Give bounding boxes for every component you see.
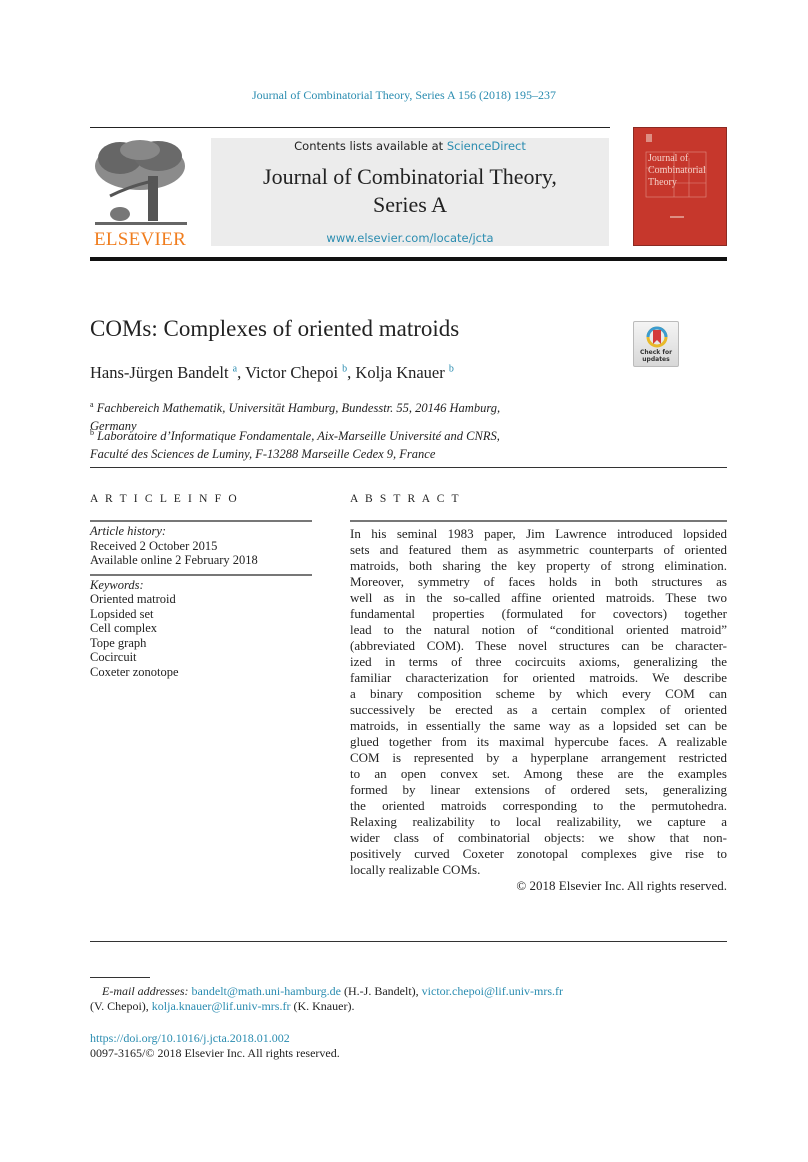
abstract-line: glued together from its maximal hypercub… xyxy=(350,734,727,749)
crossmark-icon xyxy=(646,326,668,348)
keyword: Oriented matroid xyxy=(90,592,176,606)
abstract-text: In his seminal 1983 paper, Jim Lawrence … xyxy=(350,526,727,878)
footnote-rule xyxy=(90,977,150,978)
abstract-line: successively be erected as a certain com… xyxy=(350,702,727,717)
section-rule xyxy=(90,941,727,942)
email-link[interactable]: bandelt@math.uni-hamburg.de xyxy=(192,984,341,998)
check-for-updates-button[interactable]: Check for updates xyxy=(633,321,679,367)
abstract-line: ized in terms of three cocircuits axioms… xyxy=(350,654,727,669)
affiliation-mark[interactable]: b xyxy=(342,364,347,375)
abstract-line: positively curved Coxeter zonotopal comp… xyxy=(350,846,727,861)
contents-line: Contents lists available at ScienceDirec… xyxy=(211,139,609,153)
abstract-line: (abbreviated COM). These novel structure… xyxy=(350,638,727,653)
keyword: Tope graph xyxy=(90,635,147,650)
abstract-panel: In his seminal 1983 paper, Jim Lawrence … xyxy=(350,520,727,894)
abstract-line: lead to the natural notion of “condition… xyxy=(350,622,727,637)
info-rule xyxy=(90,520,312,522)
affiliation-text: Faculté des Sciences de Luminy, F-13288 … xyxy=(90,447,436,462)
abstract-line: a binary composition scheme by which eve… xyxy=(350,686,727,701)
keyword: Lopsided set xyxy=(90,606,154,621)
article-title: COMs: Complexes of oriented matroids xyxy=(90,316,460,341)
abstract-line: fundamental properties (formulated for c… xyxy=(350,606,727,621)
crossmark-label-line: updates xyxy=(642,355,670,363)
abstract-line: matroids, both sharing the key property … xyxy=(350,558,727,573)
email-footnote: E-mail addresses: bandelt@math.uni-hambu… xyxy=(90,984,727,1014)
abstract-line: familiar characterization for oriented m… xyxy=(350,670,727,685)
cover-title-line: Journal of xyxy=(648,153,689,164)
cover-title-line: Theory xyxy=(648,177,677,188)
abstract-line: sets and featured them as asymmetric cou… xyxy=(350,542,727,557)
affiliation-mark[interactable]: a xyxy=(233,364,237,375)
author-name[interactable]: Kolja Knauer xyxy=(355,363,444,382)
journal-cover-thumbnail[interactable]: Journal of Combinatorial Theory xyxy=(633,127,727,246)
author-name[interactable]: Victor Chepoi xyxy=(245,363,338,382)
abstract-line: the oriented matroids corresponding to t… xyxy=(350,798,727,813)
abstract-line: COM is represented by a hyperplane arran… xyxy=(350,750,727,765)
abstract-line: to an open convex set. Among these are t… xyxy=(350,766,727,781)
doi-link[interactable]: https://doi.org/10.1016/j.jcta.2018.01.0… xyxy=(90,1031,340,1046)
author-list: Hans-Jürgen Bandelt a, Victor Chepoi b, … xyxy=(90,363,454,382)
email-owner: (H.-J. Bandelt), xyxy=(344,984,419,998)
contents-prefix: Contents lists available at xyxy=(294,139,447,153)
cover-title: Journal of Combinatorial Theory xyxy=(648,153,706,189)
journal-reference[interactable]: Journal of Combinatorial Theory, Series … xyxy=(0,88,808,103)
header-top-rule xyxy=(90,127,610,128)
email-owner: (V. Chepoi), xyxy=(90,999,149,1013)
author-name[interactable]: Hans-Jürgen Bandelt xyxy=(90,363,229,382)
article-info-panel: Article history: Received 2 October 2015… xyxy=(90,520,312,679)
crossmark-label: Check for updates xyxy=(634,349,678,363)
header-bottom-rule xyxy=(90,257,727,261)
issn-copyright: 0097-3165/© 2018 Elsevier Inc. All right… xyxy=(90,1046,340,1060)
affiliation-text: Laboratoire d’Informatique Fondamentale,… xyxy=(97,429,500,444)
affiliation-mark: b xyxy=(90,428,94,437)
doi-block: https://doi.org/10.1016/j.jcta.2018.01.0… xyxy=(90,1031,340,1061)
abstract-line: locally realizable COMs. xyxy=(350,862,481,877)
info-rule xyxy=(90,573,312,576)
keyword: Coxeter zonotope xyxy=(90,664,179,679)
affiliation-mark[interactable]: b xyxy=(449,364,454,375)
keywords-label: Keywords: xyxy=(90,577,144,592)
abstract-line: Relaxing realizability to local realizab… xyxy=(350,814,727,829)
affiliation-mark: a xyxy=(90,400,94,409)
section-rule xyxy=(90,467,727,468)
affiliation-b: b Laboratoire d’Informatique Fondamental… xyxy=(90,424,500,463)
affiliation-text: Fachbereich Mathematik, Universität Hamb… xyxy=(96,401,501,416)
available-date: Available online 2 February 2018 xyxy=(90,553,258,567)
abstract-rule xyxy=(350,520,727,522)
abstract-line: matroids, in essentially the same way as… xyxy=(350,718,727,733)
journal-name-line1: Journal of Combinatorial Theory, xyxy=(263,164,557,189)
keyword: Cocircuit xyxy=(90,650,137,664)
abstract-line: Moreover, symmetry of faces holds in bot… xyxy=(350,574,727,589)
cover-title-line: Combinatorial xyxy=(648,165,706,176)
abstract-line: wider class of combinatorial objects: we… xyxy=(350,830,727,845)
email-link[interactable]: victor.chepoi@lif.univ-mrs.fr xyxy=(422,984,563,998)
elsevier-wordmark[interactable]: ELSEVIER xyxy=(90,229,190,251)
abstract-copyright: © 2018 Elsevier Inc. All rights reserved… xyxy=(516,878,727,893)
journal-name: Journal of Combinatorial Theory, Series … xyxy=(211,163,609,219)
abstract-heading: A B S T R A C T xyxy=(350,493,461,505)
abstract-line: well as in the so-called affine oriented… xyxy=(350,590,727,605)
email-owner: (K. Knauer). xyxy=(293,999,355,1013)
abstract-line: formed by linear extensions of ordered s… xyxy=(350,782,727,797)
article-info-heading: A R T I C L E I N F O xyxy=(90,493,239,505)
history-label: Article history: xyxy=(90,524,167,538)
abstract-line: In his seminal 1983 paper, Jim Lawrence … xyxy=(350,526,727,541)
sciencedirect-link[interactable]: ScienceDirect xyxy=(447,139,526,153)
journal-name-line2: Series A xyxy=(373,192,447,217)
email-label: E-mail addresses: xyxy=(102,984,189,998)
received-date: Received 2 October 2015 xyxy=(90,538,218,553)
journal-url-link[interactable]: www.elsevier.com/locate/jcta xyxy=(211,231,609,245)
email-link[interactable]: kolja.knauer@lif.univ-mrs.fr xyxy=(152,999,291,1013)
keyword: Cell complex xyxy=(90,621,157,635)
